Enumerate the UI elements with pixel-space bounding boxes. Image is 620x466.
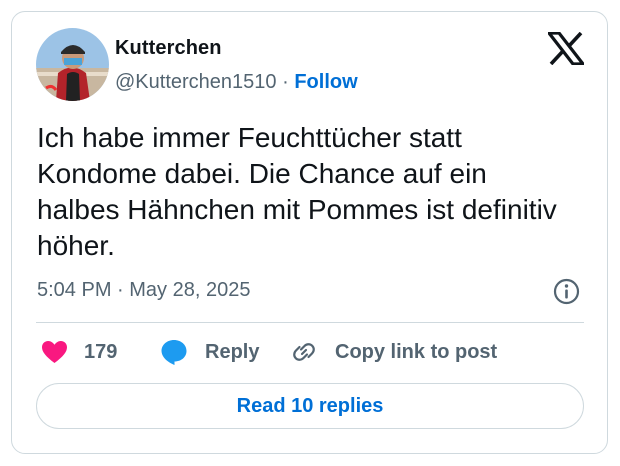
divider [36,322,584,323]
info-icon[interactable] [553,278,580,305]
speech-bubble-icon [161,340,187,365]
copy-link-label: Copy link to post [335,340,498,363]
follow-button[interactable]: Follow [294,71,357,93]
link-icon [293,343,315,361]
post-actions: 179 Reply Copy link to post [0,334,620,370]
like-button[interactable]: 179 [41,334,117,370]
author-handle[interactable]: @Kutterchen1510 [115,71,277,93]
author-display-name[interactable]: Kutterchen [115,37,222,60]
author-handle-row: @Kutterchen1510 · Follow [115,71,358,94]
reply-button[interactable]: Reply [160,334,259,370]
post-text: Ich habe immer Feuchttücher statt Kondom… [37,122,557,261]
avatar[interactable] [36,28,109,101]
like-count: 179 [84,340,118,363]
heart-icon [42,341,67,363]
copy-link-button[interactable]: Copy link to post [291,334,497,370]
separator-dot: · [282,71,289,93]
read-replies-button[interactable]: Read 10 replies [36,383,584,429]
reply-label: Reply [205,340,260,363]
x-logo[interactable] [548,32,584,65]
post-timestamp[interactable]: 5:04 PM · May 28, 2025 [37,279,250,302]
